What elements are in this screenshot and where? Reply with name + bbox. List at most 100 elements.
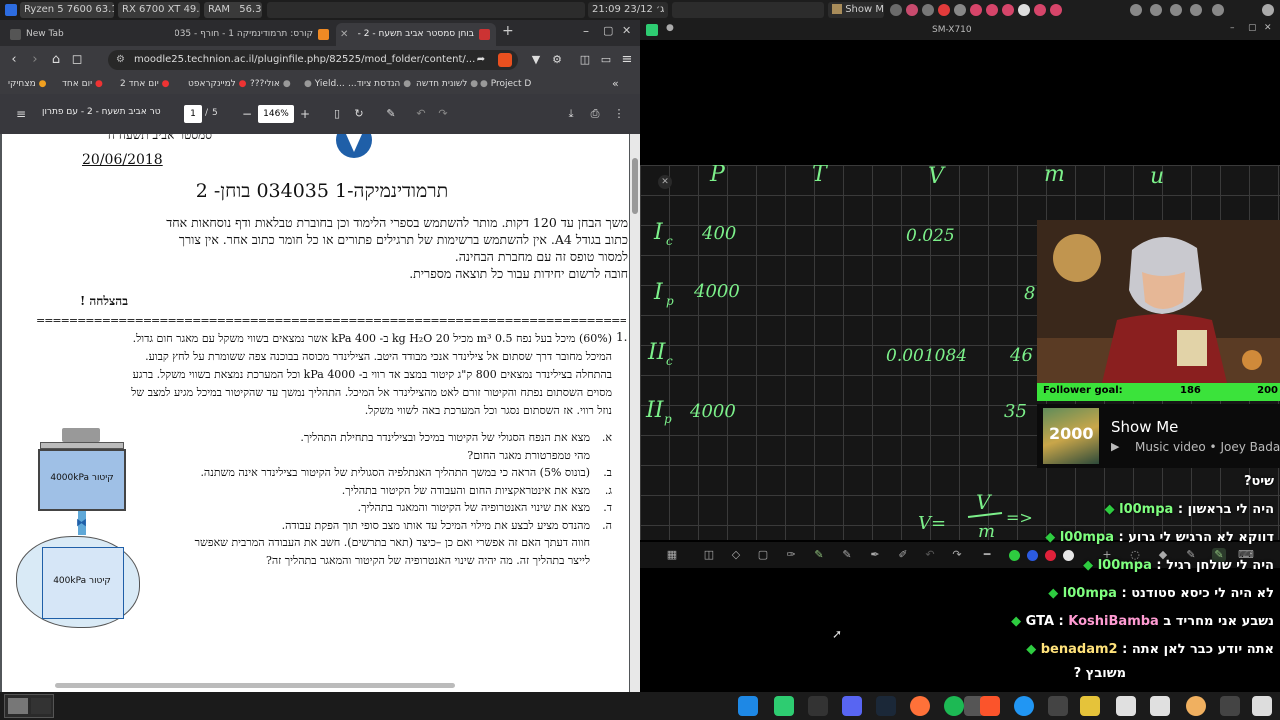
app-icon-16[interactable] — [1220, 696, 1240, 716]
pencil-tool-icon[interactable]: ✎ — [840, 548, 854, 562]
zoom-out-icon[interactable]: − — [240, 106, 254, 122]
print-icon[interactable]: ⎙ — [588, 106, 602, 122]
brush-tool-icon[interactable]: ✒ — [868, 548, 882, 562]
brave-icon[interactable] — [980, 696, 1000, 716]
app-icon-17[interactable] — [1252, 696, 1272, 716]
more-bookmarks-icon[interactable]: » — [612, 77, 619, 91]
more-options-icon[interactable]: ⋮ — [612, 106, 626, 122]
crop-tool-icon[interactable]: ▢ — [756, 548, 770, 562]
maximize-icon[interactable]: ▢ — [1248, 23, 1257, 33]
pdf-viewer[interactable]: סמסטר אביב תשעח ח 20/06/2018 תרמודינמיקה… — [0, 134, 640, 692]
steam-icon[interactable] — [876, 696, 896, 716]
new-tab-button[interactable]: + — [502, 23, 514, 39]
power-icon[interactable] — [1262, 4, 1274, 16]
brave-shield-icon[interactable] — [498, 53, 512, 67]
volume-icon[interactable] — [1170, 4, 1182, 16]
bookmark-item[interactable]: ● לשונית חדשה — [416, 77, 478, 91]
lasso-tool-icon[interactable]: ◇ — [729, 548, 743, 562]
bookmark-item[interactable]: ● מצחיקי — [8, 77, 46, 91]
tab-new-tab[interactable]: New Tab — [2, 23, 142, 46]
zoom-input[interactable]: 146% — [258, 105, 294, 123]
pdf-scroll-thumb[interactable] — [632, 158, 638, 214]
download-icon[interactable]: ⤓ — [564, 106, 578, 122]
tab-exam-pdf[interactable]: בוחן סמסטר אביב תשעח - 2 - ✕ — [336, 23, 496, 46]
bookmark-item[interactable]: ● הנדסת ציוד... — [348, 77, 411, 91]
pdf-scrollbar[interactable] — [630, 134, 640, 692]
bookmark-item[interactable]: ● למיינקראפט — [188, 77, 247, 91]
pen-tool-icon[interactable]: ✑ — [784, 548, 798, 562]
bookmark-item[interactable]: ● אולי??? — [250, 77, 291, 91]
pin-icon[interactable]: ● — [666, 23, 674, 33]
app-icon-14[interactable] — [1150, 696, 1170, 716]
select-tool-icon[interactable]: ◫ — [702, 548, 716, 562]
clock[interactable]: 21:09 יום ג׳ 23/12 — [588, 2, 668, 18]
draw-icon[interactable]: ✎ — [384, 106, 398, 122]
tray-icon-10[interactable] — [1034, 4, 1046, 16]
fit-page-icon[interactable]: ▯ — [330, 106, 344, 122]
bookmark-item[interactable]: ● Project D — [480, 77, 531, 91]
tray-icon-8[interactable] — [1002, 4, 1014, 16]
site-info-icon[interactable]: ⚙ — [116, 50, 125, 70]
bookmark-item[interactable]: ● יום אחד — [62, 77, 103, 91]
grid-tool-icon[interactable]: ▦ — [665, 548, 679, 562]
extension-icon-2[interactable]: ⚙ — [548, 51, 566, 69]
bluetooth-icon[interactable] — [1130, 4, 1142, 16]
extension-icon-1[interactable]: ▼ — [527, 51, 545, 69]
marker-tool-icon[interactable]: ✐ — [896, 548, 910, 562]
bookmark-item[interactable]: ● יום אחד 2 — [120, 77, 169, 91]
close-window-icon[interactable]: ✕ — [1264, 23, 1272, 33]
home-icon[interactable]: ⌂ — [47, 51, 65, 69]
pdf-horizontal-scrollbar[interactable] — [55, 683, 455, 688]
layers-app-icon[interactable] — [1080, 696, 1100, 716]
forward-icon[interactable]: › — [26, 51, 44, 69]
tray-icon-2[interactable] — [906, 4, 918, 16]
bookmark-item[interactable]: ● Yield... — [304, 77, 345, 91]
network-icon[interactable] — [1150, 4, 1162, 16]
music-app-icon[interactable] — [1014, 696, 1034, 716]
tray-icon-7[interactable] — [986, 4, 998, 16]
close-tab-icon[interactable]: ✕ — [340, 23, 348, 46]
terminal-icon[interactable] — [808, 696, 828, 716]
discord-icon[interactable] — [842, 696, 862, 716]
tray-icon-1[interactable] — [890, 4, 902, 16]
redo-icon[interactable]: ↷ — [436, 106, 450, 122]
steam-tray-icon[interactable] — [1018, 4, 1030, 16]
menu-icon[interactable] — [5, 4, 17, 16]
page-number-input[interactable]: 1 — [184, 105, 202, 123]
undo-icon[interactable]: ↶ — [414, 106, 428, 122]
tab-course[interactable]: קורס: תרמודינמיקה 1 - חורף - 035 — [175, 23, 335, 46]
folder-icon[interactable] — [1116, 696, 1136, 716]
menu-icon[interactable]: ≡ — [618, 51, 636, 69]
downloads-icon[interactable]: ▭ — [597, 51, 615, 69]
minimize-icon[interactable]: – — [1230, 23, 1235, 33]
back-icon[interactable]: ‹ — [5, 51, 23, 69]
rotate-icon[interactable]: ↻ — [352, 106, 366, 122]
tray-icon-11[interactable] — [1050, 4, 1062, 16]
spotify-icon[interactable] — [944, 696, 964, 716]
app-icon-15[interactable] — [1186, 696, 1206, 716]
close-window-icon[interactable]: ✕ — [622, 24, 631, 37]
bookmark-icon[interactable]: ◻ — [68, 51, 86, 69]
color-green-swatch[interactable] — [1009, 550, 1020, 561]
windows-icon[interactable] — [738, 696, 758, 716]
tray-icon-3[interactable] — [922, 4, 934, 16]
taskbar-browser-preview[interactable] — [4, 694, 54, 718]
url-field[interactable]: ⚙ moodle25.technion.ac.il/pluginfile.php… — [108, 50, 518, 70]
tray-icon-6[interactable] — [970, 4, 982, 16]
drawing-app-icon[interactable] — [774, 696, 794, 716]
tray-icon-5[interactable] — [954, 4, 966, 16]
extensions-icon[interactable]: ◫ — [576, 51, 594, 69]
tray-icon-4[interactable] — [938, 4, 950, 16]
sidebar-toggle-icon[interactable]: ≡ — [12, 106, 30, 122]
firefox-icon[interactable] — [910, 696, 930, 716]
notifications-icon[interactable] — [1212, 4, 1224, 16]
battery-icon[interactable] — [1190, 4, 1202, 16]
redo-icon[interactable]: ↷ — [950, 548, 964, 562]
undo-icon[interactable]: ↶ — [923, 548, 937, 562]
highlighter-tool-icon[interactable]: ✎ — [812, 548, 826, 562]
maximize-icon[interactable]: ▢ — [603, 24, 613, 37]
stroke-width-icon[interactable]: ━ — [980, 548, 994, 562]
share-icon[interactable]: ➦ — [472, 51, 490, 69]
zoom-in-icon[interactable]: + — [298, 106, 312, 122]
media-widget[interactable]: Show Me — [828, 2, 884, 18]
